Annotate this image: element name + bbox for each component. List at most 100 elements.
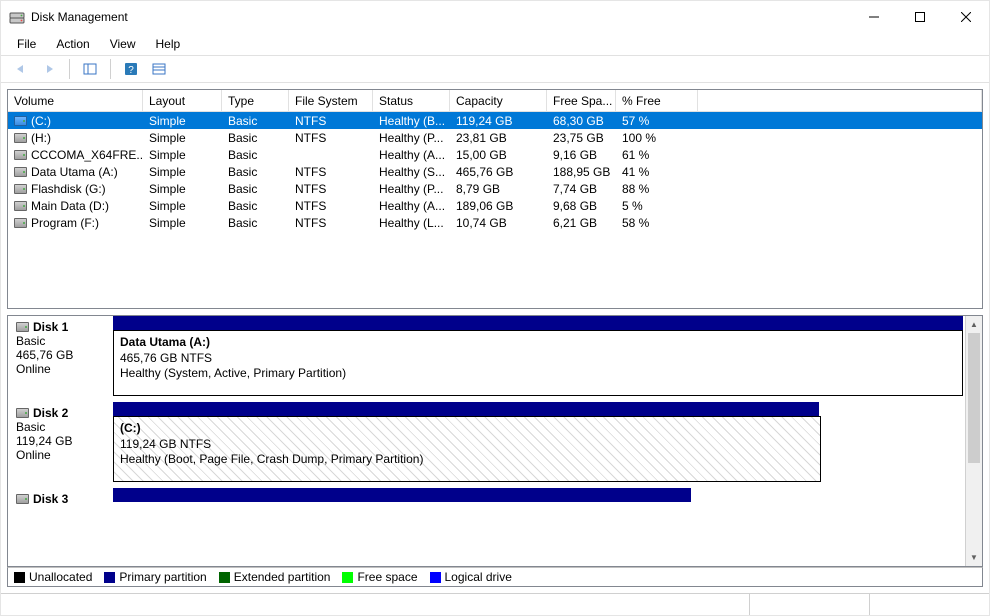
show-hide-console-tree-button[interactable] — [78, 58, 102, 80]
column-header-volume[interactable]: Volume — [8, 90, 143, 111]
legend-item: Logical drive — [430, 570, 512, 584]
volume-cell: (C:) — [8, 114, 143, 128]
status-cell — [1, 594, 749, 615]
legend-swatch — [104, 572, 115, 583]
legend-swatch — [14, 572, 25, 583]
disk-header-bar — [113, 488, 691, 502]
forward-button[interactable] — [37, 58, 61, 80]
partition-block[interactable]: (C:)119,24 GB NTFSHealthy (Boot, Page Fi… — [113, 416, 821, 482]
column-header-filesystem[interactable]: File System — [289, 90, 373, 111]
back-button[interactable] — [9, 58, 33, 80]
volume-cell: Simple — [143, 216, 222, 230]
volume-cell: Program (F:) — [8, 216, 143, 230]
column-header-blank[interactable] — [698, 90, 982, 111]
volume-cell: Simple — [143, 165, 222, 179]
status-cell — [869, 594, 989, 615]
legend-item: Primary partition — [104, 570, 206, 584]
partition-size: 465,76 GB NTFS — [120, 351, 956, 367]
volume-cell: 188,95 GB — [547, 165, 616, 179]
scrollbar-down-button[interactable]: ▼ — [966, 549, 982, 566]
volume-row[interactable]: (H:)SimpleBasicNTFSHealthy (P...23,81 GB… — [8, 129, 982, 146]
volume-cell: 88 % — [616, 182, 698, 196]
disk-management-window: Disk Management File Action View Help — [0, 0, 990, 616]
volume-row[interactable]: CCCOMA_X64FRE...SimpleBasicHealthy (A...… — [8, 146, 982, 163]
partition-status: Healthy (System, Active, Primary Partiti… — [120, 366, 956, 382]
volume-row[interactable]: Program (F:)SimpleBasicNTFSHealthy (L...… — [8, 214, 982, 231]
minimize-button[interactable] — [851, 1, 897, 33]
volume-cell: 61 % — [616, 148, 698, 162]
maximize-button[interactable] — [897, 1, 943, 33]
volume-cell: Simple — [143, 148, 222, 162]
volume-cell: NTFS — [289, 216, 373, 230]
volume-list-body: (C:)SimpleBasicNTFSHealthy (B...119,24 G… — [8, 112, 982, 308]
disk-name: Disk 2 — [16, 406, 105, 420]
menu-file[interactable]: File — [9, 35, 44, 53]
scrollbar-up-button[interactable]: ▲ — [966, 316, 982, 333]
disk-info-column[interactable]: Disk 3 — [8, 488, 113, 510]
disk-info-line: 119,24 GB — [16, 434, 105, 448]
close-button[interactable] — [943, 1, 989, 33]
statusbar — [1, 593, 989, 615]
column-header-type[interactable]: Type — [222, 90, 289, 111]
disk-partitions-column: Data Utama (A:)465,76 GB NTFSHealthy (Sy… — [113, 316, 965, 396]
volume-cell: Healthy (L... — [373, 216, 450, 230]
legend-item: Extended partition — [219, 570, 331, 584]
volume-row[interactable]: Data Utama (A:)SimpleBasicNTFSHealthy (S… — [8, 163, 982, 180]
volume-cell: 119,24 GB — [450, 114, 547, 128]
column-header-percentfree[interactable]: % Free — [616, 90, 698, 111]
vertical-scrollbar[interactable]: ▲ ▼ — [965, 316, 982, 566]
volume-cell: 57 % — [616, 114, 698, 128]
disk-info-line: 465,76 GB — [16, 348, 105, 362]
scrollbar-thumb[interactable] — [968, 333, 980, 463]
disk-icon — [16, 408, 29, 418]
volume-row[interactable]: Flashdisk (G:)SimpleBasicNTFSHealthy (P.… — [8, 180, 982, 197]
status-cell — [749, 594, 869, 615]
disk-row: Disk 1Basic465,76 GBOnlineData Utama (A:… — [8, 316, 965, 402]
app-icon — [9, 9, 25, 25]
disk-info-line: Basic — [16, 334, 105, 348]
menu-view[interactable]: View — [102, 35, 144, 53]
volume-cell: 7,74 GB — [547, 182, 616, 196]
volume-cell: Main Data (D:) — [8, 199, 143, 213]
drive-icon — [14, 218, 27, 228]
partition-block[interactable]: Data Utama (A:)465,76 GB NTFSHealthy (Sy… — [113, 330, 963, 396]
disk-partitions-column — [113, 488, 965, 510]
volume-cell: 9,68 GB — [547, 199, 616, 213]
menubar: File Action View Help — [1, 33, 989, 55]
settings-button[interactable] — [147, 58, 171, 80]
volume-cell: Healthy (A... — [373, 199, 450, 213]
help-button[interactable]: ? — [119, 58, 143, 80]
volume-cell: Basic — [222, 131, 289, 145]
volume-cell: Simple — [143, 199, 222, 213]
disk-info-column[interactable]: Disk 2Basic119,24 GBOnline — [8, 402, 113, 482]
volume-cell: Basic — [222, 165, 289, 179]
scrollbar-track[interactable] — [966, 333, 982, 549]
volume-cell: 23,81 GB — [450, 131, 547, 145]
partition-row: (C:)119,24 GB NTFSHealthy (Boot, Page Fi… — [113, 416, 963, 482]
partition-size: 119,24 GB NTFS — [120, 437, 814, 453]
volume-cell: Basic — [222, 216, 289, 230]
volume-cell: Data Utama (A:) — [8, 165, 143, 179]
volume-row[interactable]: Main Data (D:)SimpleBasicNTFSHealthy (A.… — [8, 197, 982, 214]
volume-cell: NTFS — [289, 131, 373, 145]
legend-label: Free space — [357, 570, 417, 584]
disk-info-column[interactable]: Disk 1Basic465,76 GBOnline — [8, 316, 113, 396]
volume-cell: NTFS — [289, 199, 373, 213]
column-header-status[interactable]: Status — [373, 90, 450, 111]
disk-row: Disk 3 — [8, 488, 965, 516]
disk-icon — [16, 322, 29, 332]
disk-info-line: Basic — [16, 420, 105, 434]
disk-header-bar — [113, 402, 819, 416]
volume-row[interactable]: (C:)SimpleBasicNTFSHealthy (B...119,24 G… — [8, 112, 982, 129]
column-header-layout[interactable]: Layout — [143, 90, 222, 111]
volume-cell: 9,16 GB — [547, 148, 616, 162]
column-header-freespace[interactable]: Free Spa... — [547, 90, 616, 111]
volume-cell: Basic — [222, 182, 289, 196]
menu-help[interactable]: Help — [148, 35, 189, 53]
drive-icon — [14, 150, 27, 160]
column-header-capacity[interactable]: Capacity — [450, 90, 547, 111]
drive-icon — [14, 133, 27, 143]
menu-action[interactable]: Action — [48, 35, 97, 53]
drive-icon — [14, 167, 27, 177]
drive-icon — [14, 116, 27, 126]
